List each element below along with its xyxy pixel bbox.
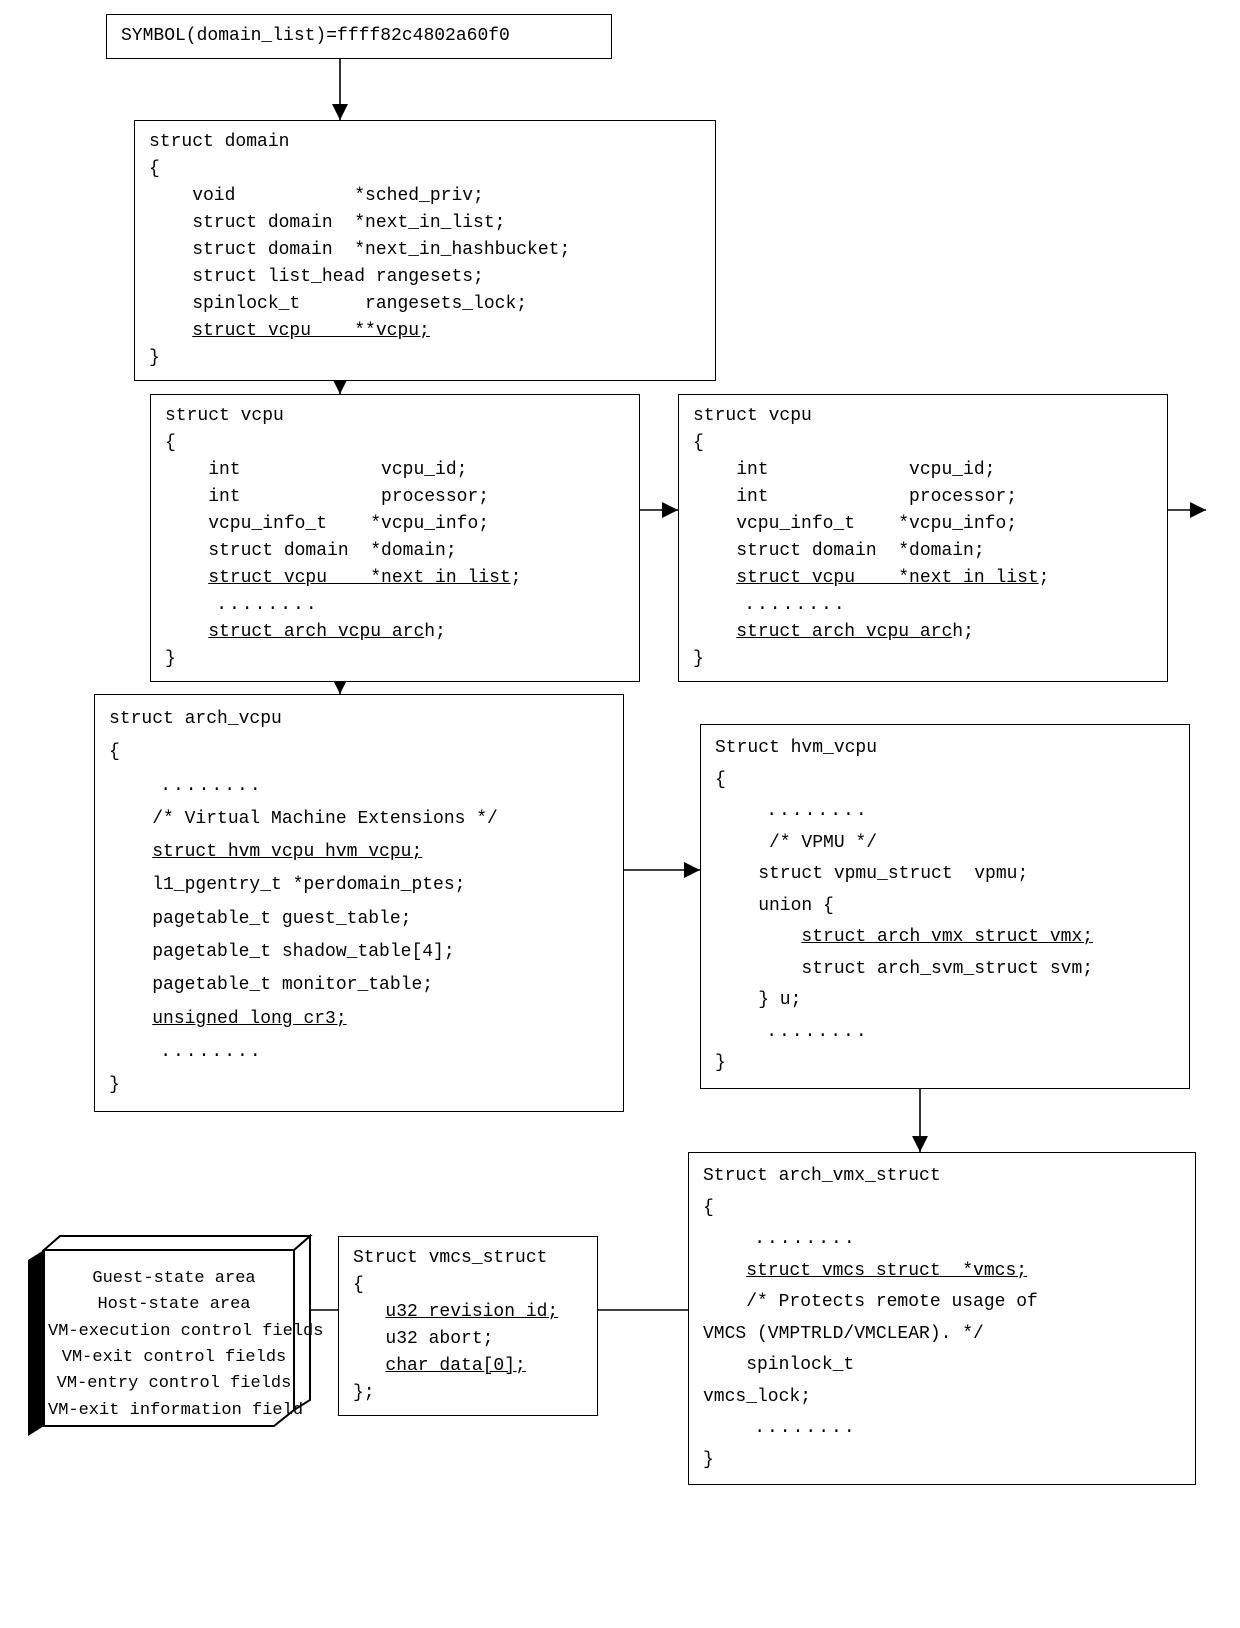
vcpu1-box: struct vcpu{ int vcpu_id; int processor;… (150, 394, 640, 682)
code-line: vcpu_info_t *vcpu_info; (693, 511, 1153, 538)
code-line: } (715, 1048, 1175, 1080)
code-line: { (149, 156, 701, 183)
code-line: spinlock_t (703, 1350, 1181, 1382)
code-line: void *sched_priv; (149, 183, 701, 210)
code-line: int vcpu_id; (693, 457, 1153, 484)
code-line: Struct hvm_vcpu (715, 733, 1175, 765)
code-line: { (109, 736, 609, 769)
code-line: ........ (703, 1413, 1181, 1445)
code-line: struct hvm_vcpu hvm_vcpu; (109, 836, 609, 869)
code-line: spinlock_t rangesets_lock; (149, 291, 701, 318)
code-line: Struct vmcs_struct (353, 1245, 583, 1272)
code-line: struct arch_svm_struct svm; (715, 954, 1175, 986)
code-line: struct vmcs_struct *vmcs; (703, 1256, 1181, 1288)
code-line: /* VPMU */ (715, 828, 1175, 860)
code-line: ........ (715, 796, 1175, 828)
symbol-box: SYMBOL(domain_list)=ffff82c4802a60f0 (106, 14, 612, 59)
vmcs_struct-box: Struct vmcs_struct{ u32 revision_id; u32… (338, 1236, 598, 1416)
code-line: pagetable_t guest_table; (109, 903, 609, 936)
code-line: { (715, 765, 1175, 797)
code-line: ........ (693, 592, 1153, 619)
code-line: int processor; (693, 484, 1153, 511)
code-line: Struct arch_vmx_struct (703, 1161, 1181, 1193)
vcpu2-box: struct vcpu{ int vcpu_id; int processor;… (678, 394, 1168, 682)
code-line: ........ (715, 1017, 1175, 1049)
code-line: struct vcpu *next_in_list; (165, 565, 625, 592)
code-line: } (109, 1069, 609, 1102)
code-line: }; (353, 1380, 583, 1407)
code-line: int vcpu_id; (165, 457, 625, 484)
code-line: struct domain *next_in_list; (149, 210, 701, 237)
vmcs-fields-list: Guest-state area Host-state area VM-exec… (48, 1266, 300, 1424)
code-line: { (703, 1193, 1181, 1225)
code-line: ........ (165, 592, 625, 619)
code-line: { (693, 430, 1153, 457)
code-line: struct vcpu **vcpu; (149, 318, 701, 345)
code-line: } (165, 646, 625, 673)
code-line: ........ (109, 1036, 609, 1069)
arch_vmx-box: Struct arch_vmx_struct{ ........ struct … (688, 1152, 1196, 1485)
code-line: struct vcpu (165, 403, 625, 430)
code-line: int processor; (165, 484, 625, 511)
code-line: } (693, 646, 1153, 673)
code-line: } (149, 345, 701, 372)
code-line: { (165, 430, 625, 457)
code-line: vmcs_lock; (703, 1382, 1181, 1414)
code-line: unsigned long cr3; (109, 1003, 609, 1036)
arch_vcpu-box: struct arch_vcpu{ ........ /* Virtual Ma… (94, 694, 624, 1112)
code-line: /* Virtual Machine Extensions */ (109, 803, 609, 836)
code-line: struct domain (149, 129, 701, 156)
code-line: } u; (715, 985, 1175, 1017)
code-line: struct arch_vcpu arch; (165, 619, 625, 646)
code-line: /* Protects remote usage of (703, 1287, 1181, 1319)
code-line: pagetable_t shadow_table[4]; (109, 936, 609, 969)
code-line: struct vcpu *next_in_list; (693, 565, 1153, 592)
code-line: u32 abort; (353, 1326, 583, 1353)
code-line: struct domain *domain; (165, 538, 625, 565)
code-line: vcpu_info_t *vcpu_info; (165, 511, 625, 538)
hvm_vcpu-box: Struct hvm_vcpu{ ........ /* VPMU */ str… (700, 724, 1190, 1089)
code-line: } (703, 1445, 1181, 1477)
code-line: struct vpmu_struct vpmu; (715, 859, 1175, 891)
code-line: struct arch_vcpu arch; (693, 619, 1153, 646)
domain-box: struct domain{ void *sched_priv; struct … (134, 120, 716, 381)
code-line: union { (715, 891, 1175, 923)
code-line: { (353, 1272, 583, 1299)
code-line: struct domain *domain; (693, 538, 1153, 565)
code-line: ........ (703, 1224, 1181, 1256)
code-line: struct arch_vmx_struct vmx; (715, 922, 1175, 954)
code-line: char data[0]; (353, 1353, 583, 1380)
code-line: ........ (109, 770, 609, 803)
code-line: pagetable_t monitor_table; (109, 969, 609, 1002)
code-line: u32 revision_id; (353, 1299, 583, 1326)
code-line: l1_pgentry_t *perdomain_ptes; (109, 869, 609, 902)
code-line: struct domain *next_in_hashbucket; (149, 237, 701, 264)
code-line: struct arch_vcpu (109, 703, 609, 736)
code-line: struct vcpu (693, 403, 1153, 430)
code-line: struct list_head rangesets; (149, 264, 701, 291)
code-line: VMCS (VMPTRLD/VMCLEAR). */ (703, 1319, 1181, 1351)
code-line: SYMBOL(domain_list)=ffff82c4802a60f0 (121, 23, 597, 50)
